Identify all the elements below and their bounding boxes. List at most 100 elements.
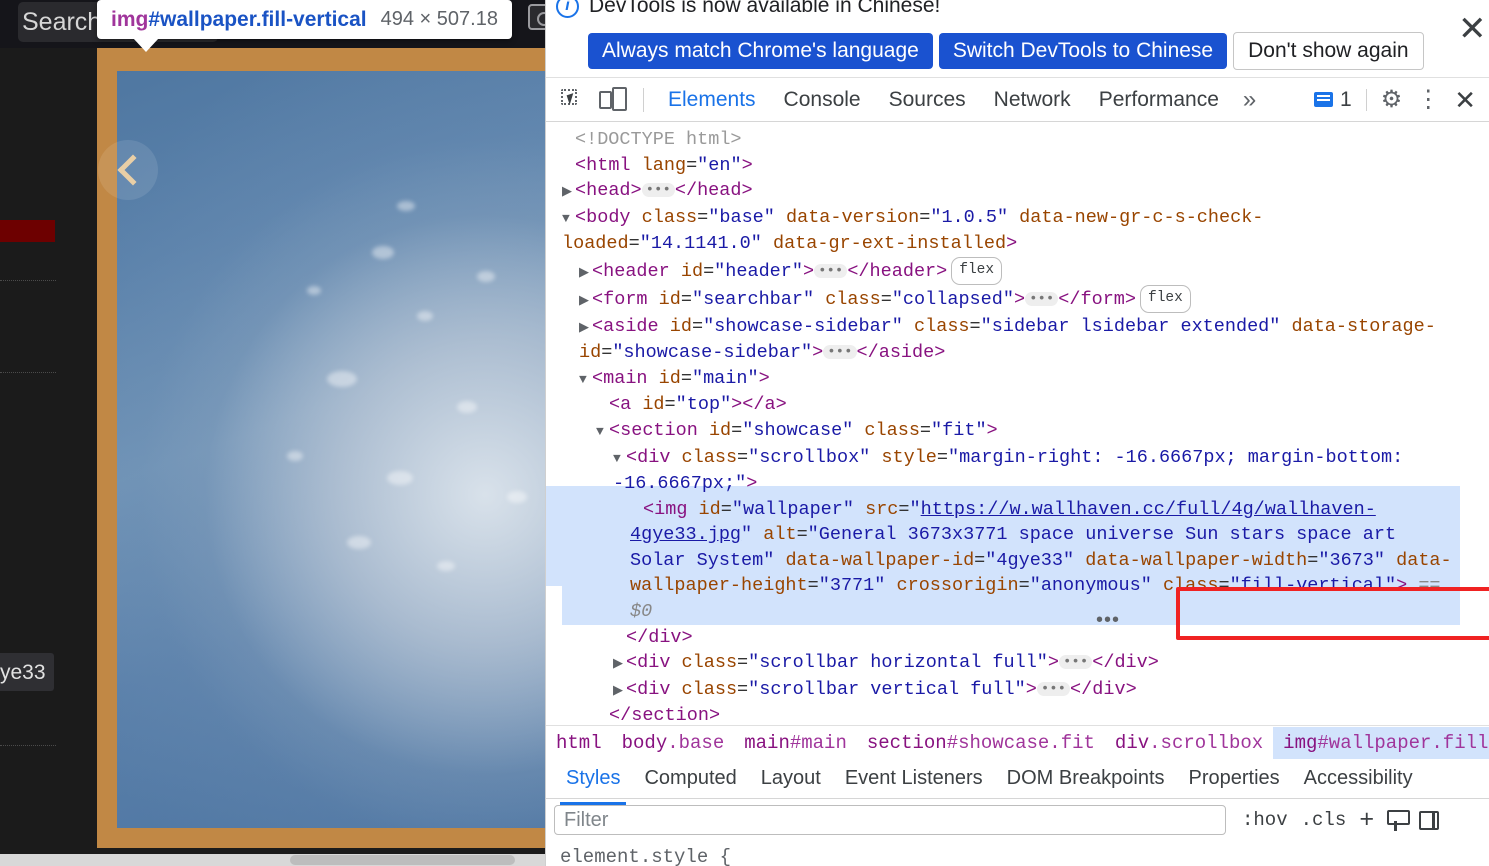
tab-layout[interactable]: Layout bbox=[749, 760, 833, 797]
breadcrumb-qualifier: #main bbox=[789, 731, 847, 754]
styles-filter-input[interactable] bbox=[554, 805, 1226, 835]
dom-tree-line[interactable]: ▼ <body class="base" data-version="1.0.5"… bbox=[562, 205, 1460, 257]
gear-icon[interactable]: ⚙ bbox=[1381, 87, 1403, 112]
element-style-rule[interactable]: element.style { bbox=[560, 846, 731, 866]
twisty-expanded-icon[interactable]: ▼ bbox=[579, 367, 592, 393]
tab-properties[interactable]: Properties bbox=[1177, 760, 1292, 797]
computed-styles-icon[interactable] bbox=[1387, 809, 1411, 831]
breadcrumb-tag: div bbox=[1114, 731, 1150, 754]
tab-network[interactable]: Network bbox=[980, 80, 1085, 120]
new-style-rule-plus-icon[interactable]: + bbox=[1359, 808, 1374, 833]
inspect-element-icon[interactable] bbox=[559, 87, 589, 113]
breadcrumb-item-html[interactable]: html bbox=[546, 727, 612, 759]
dont-show-again-button[interactable]: Don't show again bbox=[1233, 32, 1424, 70]
dom-tree-line-content: <body class="base" data-version="1.0.5" … bbox=[562, 206, 1264, 255]
styles-toolbar-icons: :hov .cls + bbox=[1242, 808, 1440, 833]
dom-tree-line-content: <aside id="showcase-sidebar" class="side… bbox=[579, 315, 1436, 364]
wallpaper-image[interactable] bbox=[117, 71, 545, 828]
tab-styles[interactable]: Styles bbox=[554, 760, 632, 805]
twisty-collapsed-icon[interactable]: ▶ bbox=[579, 260, 592, 286]
dom-tree-line[interactable]: ▼ <div class="scrollbox" style="margin-ri… bbox=[562, 445, 1460, 497]
twisty-collapsed-icon[interactable]: ▶ bbox=[613, 678, 626, 704]
close-icon[interactable]: ✕ bbox=[1458, 12, 1487, 46]
devtools-panel: i DevTools is now available in Chinese! … bbox=[545, 0, 1489, 866]
inspect-tooltip-selector-rest: #wallpaper.fill-vertical bbox=[148, 7, 367, 31]
tab-console[interactable]: Console bbox=[770, 80, 875, 120]
breadcrumb-item-img[interactable]: img#wallpaper.fill-vertical bbox=[1273, 726, 1489, 759]
dom-tree-line-content: <head> ••• </head> bbox=[575, 180, 753, 202]
sidebar-divider bbox=[0, 372, 56, 373]
console-messages-badge[interactable]: 1 bbox=[1314, 88, 1352, 112]
dom-tree-line[interactable]: ▶ <div class="scrollbar vertical full"> ••… bbox=[562, 677, 1460, 704]
dom-tree-line[interactable]: ▶ <form id="searchbar" class="collapsed">… bbox=[562, 285, 1460, 313]
twisty-collapsed-icon[interactable]: ▶ bbox=[579, 315, 592, 341]
kebab-menu-icon[interactable]: ⋮ bbox=[1416, 87, 1440, 112]
dom-tree-line[interactable]: ▶ <header id="header"> ••• </header> flex bbox=[562, 256, 1460, 286]
language-banner: i DevTools is now available in Chinese! … bbox=[546, 0, 1489, 78]
dom-tree-line-content: <div class="scrollbox" style="margin-rig… bbox=[613, 446, 1415, 495]
inspect-tooltip-tag: img bbox=[111, 7, 149, 31]
tab-accessibility[interactable]: Accessibility bbox=[1292, 760, 1425, 797]
toolbar-divider bbox=[643, 87, 644, 112]
toolbar-right-group: 1 ⚙ ⋮ ✕ bbox=[1314, 87, 1489, 113]
element-inspect-tooltip: img#wallpaper.fill-vertical 494 × 507.18 bbox=[97, 0, 512, 39]
breadcrumb-qualifier: #wallpaper.fill-vertical bbox=[1317, 731, 1489, 754]
language-banner-message: DevTools is now available in Chinese! bbox=[589, 0, 941, 17]
more-tabs-chevron-icon[interactable]: » bbox=[1233, 86, 1266, 114]
dom-gutter-dots[interactable]: ••• bbox=[1096, 609, 1120, 632]
close-devtools-icon[interactable]: ✕ bbox=[1454, 87, 1476, 113]
twisty-expanded-icon[interactable]: ▼ bbox=[613, 446, 626, 472]
breadcrumb-item-section[interactable]: section#showcase.fit bbox=[857, 727, 1105, 759]
dom-tree-line[interactable]: </section> bbox=[562, 703, 1460, 722]
dom-tree-line[interactable]: </div> bbox=[562, 625, 1460, 651]
camera-icon[interactable] bbox=[528, 4, 545, 30]
dom-tree-line[interactable]: ▶ <div class="scrollbar horizontal full">… bbox=[562, 650, 1460, 677]
breadcrumb-tag: html bbox=[556, 731, 602, 754]
tab-computed[interactable]: Computed bbox=[632, 760, 748, 797]
dom-tree-line-content: <main id="main"> bbox=[592, 367, 770, 389]
dom-tree-line-content: <header id="header"> ••• </header> flex bbox=[592, 256, 1003, 285]
breadcrumb-qualifier: .base bbox=[667, 731, 725, 754]
dom-tree-line[interactable]: <html lang="en"> bbox=[562, 153, 1460, 179]
toggle-class-button[interactable]: .cls bbox=[1301, 809, 1347, 831]
wallpaper-id-tag[interactable]: ye33 bbox=[0, 653, 54, 691]
dom-tree-line-content: <html lang="en"> bbox=[575, 154, 753, 176]
tab-performance[interactable]: Performance bbox=[1085, 80, 1233, 120]
previous-wallpaper-arrow-icon[interactable] bbox=[98, 140, 158, 200]
wallpaper-id-tag-label: ye33 bbox=[0, 661, 46, 684]
dom-tree-line[interactable]: <!DOCTYPE html> bbox=[562, 127, 1460, 153]
twisty-expanded-icon[interactable]: ▼ bbox=[562, 206, 575, 232]
switch-devtools-language-button[interactable]: Switch DevTools to Chinese bbox=[938, 33, 1228, 69]
dom-tree-line[interactable]: <img id="wallpaper" src="https://w.wallh… bbox=[562, 496, 1460, 625]
dom-tree-line[interactable]: ▼ <main id="main"> bbox=[562, 366, 1460, 393]
breadcrumb-item-main[interactable]: main#main bbox=[734, 727, 857, 759]
sidebar-divider bbox=[0, 280, 56, 281]
tab-elements[interactable]: Elements bbox=[654, 80, 770, 129]
tab-sources[interactable]: Sources bbox=[875, 80, 980, 120]
dom-tree-line-content: <a id="top"></a> bbox=[609, 394, 787, 416]
twisty-collapsed-icon[interactable]: ▶ bbox=[562, 179, 575, 205]
breadcrumb-item-div[interactable]: div.scrollbox bbox=[1105, 727, 1273, 759]
dom-tree-line[interactable]: <a id="top"></a> bbox=[562, 392, 1460, 418]
dom-tree-code[interactable]: <!DOCTYPE html> <html lang="en"> ▶ <head> ••… bbox=[562, 127, 1460, 722]
message-count: 1 bbox=[1340, 87, 1352, 111]
breadcrumb-tag: section bbox=[866, 731, 947, 754]
device-toolbar-icon[interactable] bbox=[599, 86, 631, 113]
twisty-expanded-icon[interactable]: ▼ bbox=[596, 419, 609, 445]
dom-tree-line[interactable]: ▶ <head> ••• </head> bbox=[562, 178, 1460, 205]
dom-tree-line-content: <!DOCTYPE html> bbox=[575, 129, 742, 150]
page-horizontal-scrollbar-thumb[interactable] bbox=[290, 855, 515, 865]
dom-tree-pane[interactable]: <!DOCTYPE html> <html lang="en"> ▶ <head> ••… bbox=[546, 122, 1489, 722]
tab-dom-breakpoints[interactable]: DOM Breakpoints bbox=[995, 760, 1177, 797]
tab-event-listeners[interactable]: Event Listeners bbox=[833, 760, 995, 797]
twisty-collapsed-icon[interactable]: ▶ bbox=[613, 651, 626, 677]
dom-tree-line[interactable]: ▶ <aside id="showcase-sidebar" class="sid… bbox=[562, 314, 1460, 366]
dom-tree-line[interactable]: ▼ <section id="showcase" class="fit"> bbox=[562, 418, 1460, 445]
breadcrumb-item-body[interactable]: body.base bbox=[612, 727, 735, 759]
toolbar-divider bbox=[1365, 88, 1367, 111]
always-match-language-button[interactable]: Always match Chrome's language bbox=[588, 33, 933, 69]
toggle-sidebar-icon[interactable] bbox=[1419, 810, 1440, 830]
twisty-collapsed-icon[interactable]: ▶ bbox=[579, 288, 592, 314]
screenshot-root: Search.. ye33 img#wallpaper.fill-vertica… bbox=[0, 0, 1489, 866]
toggle-hover-state-button[interactable]: :hov bbox=[1242, 809, 1288, 831]
